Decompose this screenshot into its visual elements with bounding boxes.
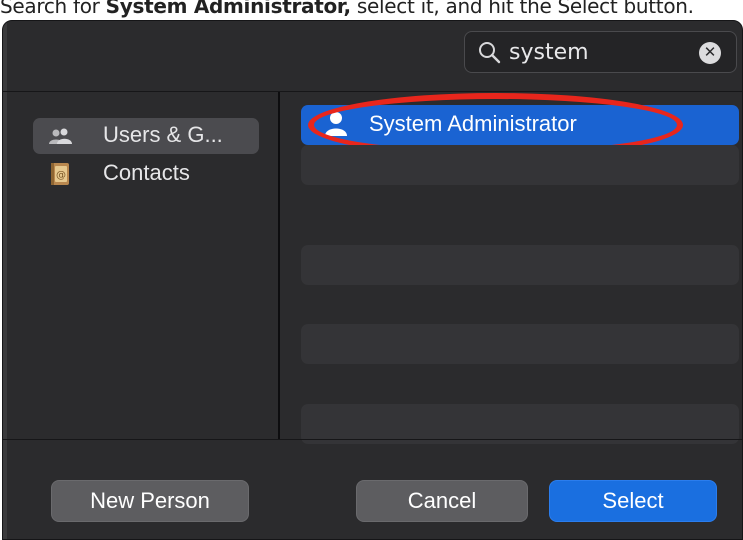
sidebar-item-label: Contacts — [103, 160, 190, 185]
svg-text:@: @ — [56, 170, 66, 181]
search-icon — [479, 42, 501, 64]
contacts-book-icon: @ — [51, 163, 69, 185]
user-picker-dialog: ✕ Users & G... @ Contacts — [2, 20, 743, 540]
instruction-emphasis: System Administrator, — [105, 0, 352, 18]
sidebar-item-label: Users & G... — [103, 122, 223, 147]
new-person-button[interactable]: New Person — [51, 480, 249, 522]
list-item-label: System Administrator — [369, 111, 577, 136]
list-item — [301, 324, 739, 364]
users-groups-icon — [49, 128, 72, 144]
instruction-suffix: select it, and hit the Select button. — [350, 0, 694, 18]
sidebar-item-users-groups[interactable]: Users & G... — [33, 118, 259, 154]
sidebar-item-contacts[interactable]: @ Contacts — [33, 156, 259, 192]
source-sidebar: Users & G... @ Contacts — [7, 92, 279, 439]
clear-search-icon[interactable]: ✕ — [699, 42, 721, 64]
search-input[interactable] — [509, 36, 689, 68]
search-field[interactable]: ✕ — [464, 31, 737, 73]
list-item — [301, 145, 739, 185]
results-list: System Administrator — [280, 92, 742, 444]
cancel-button[interactable]: Cancel — [356, 480, 528, 522]
list-item — [301, 404, 739, 444]
list-item-system-administrator[interactable]: System Administrator — [301, 93, 739, 157]
select-button[interactable]: Select — [549, 480, 717, 522]
list-item — [301, 245, 739, 285]
instruction-caption: Search for System Administrator, select … — [0, 0, 743, 18]
footer-divider — [3, 439, 742, 440]
instruction-prefix: Search for — [0, 0, 106, 18]
person-icon — [325, 112, 347, 136]
